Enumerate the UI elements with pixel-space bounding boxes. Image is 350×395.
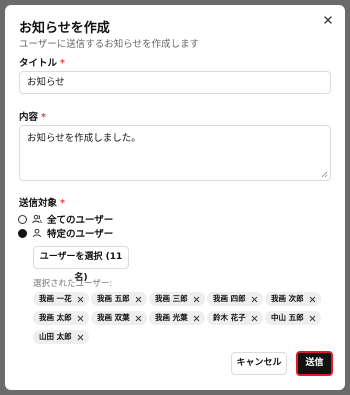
radio-option-specific-users[interactable]: 特定のユーザー [18, 227, 114, 240]
user-chip-label: 我画 次郎 [271, 294, 304, 303]
dialog-title: お知らせを作成 [19, 21, 110, 36]
remove-icon[interactable] [135, 315, 142, 322]
user-chip-label: 中山 五郎 [271, 313, 304, 322]
user-chip-label: 山田 太郎 [39, 332, 72, 341]
remove-icon[interactable] [251, 315, 258, 322]
user-chip: 我画 四郎 [207, 292, 263, 306]
user-chip-label: 我画 四郎 [213, 294, 246, 303]
required-mark: * [41, 112, 46, 123]
cancel-button[interactable]: キャンセル [231, 352, 287, 375]
dialog-subtitle: ユーザーに送信するお知らせを作成します [19, 39, 200, 50]
user-chip-label: 我画 光葉 [155, 313, 188, 322]
remove-icon[interactable] [193, 296, 200, 303]
resize-handle-icon[interactable] [321, 171, 328, 178]
required-mark: * [60, 198, 65, 209]
title-input[interactable]: お知らせ [19, 71, 331, 94]
user-chip: 我画 太郎 [33, 311, 89, 325]
target-field-label: 送信対象 * [19, 198, 65, 209]
user-chip-label: 我画 太郎 [39, 313, 72, 322]
radio-option-all-users[interactable]: 全てのユーザー [18, 213, 114, 226]
user-chip-label: 我画 五郎 [97, 294, 130, 303]
user-chip: 我画 次郎 [265, 292, 321, 306]
required-mark: * [60, 58, 65, 69]
title-field-label: タイトル * [19, 58, 65, 69]
user-chip-label: 鈴木 花子 [213, 313, 246, 322]
user-icon [33, 228, 41, 238]
user-chip: 我画 一花 [33, 292, 89, 306]
user-chip-label: 我画 双葉 [97, 313, 130, 322]
select-users-button[interactable]: ユーザーを選択 (11名) [33, 246, 129, 283]
user-chip: 鈴木 花子 [207, 311, 263, 325]
user-chip: 我画 五郎 [91, 292, 147, 306]
remove-icon[interactable] [193, 315, 200, 322]
remove-icon[interactable] [77, 315, 84, 322]
content-textarea[interactable]: お知らせを作成しました。 [19, 125, 331, 181]
remove-icon[interactable] [77, 296, 84, 303]
user-chip: 我画 双葉 [91, 311, 147, 325]
radio-label-specific-users: 特定のユーザー [47, 229, 114, 240]
selected-users-label: 選択されたユーザー: [33, 279, 113, 289]
remove-icon[interactable] [135, 296, 142, 303]
user-chip: 中山 五郎 [265, 311, 321, 325]
content-field-label: 内容 * [19, 112, 46, 123]
radio-label-all-users: 全てのユーザー [47, 215, 114, 226]
user-chip-label: 我画 三郎 [155, 294, 188, 303]
radio-all-users[interactable] [18, 214, 27, 224]
remove-icon[interactable] [309, 296, 316, 303]
user-chip: 山田 太郎 [33, 330, 89, 344]
create-notice-dialog: お知らせを作成 ユーザーに送信するお知らせを作成します タイトル * お知らせ 内… [5, 5, 345, 390]
remove-icon[interactable] [251, 296, 258, 303]
user-chip: 我画 光葉 [149, 311, 205, 325]
close-icon[interactable] [321, 13, 335, 27]
radio-specific-users[interactable] [18, 228, 27, 238]
content-text: お知らせを作成しました。 [27, 133, 141, 144]
user-chip-label: 我画 一花 [39, 294, 72, 303]
remove-icon[interactable] [77, 334, 84, 341]
send-button[interactable]: 送信 [296, 351, 333, 376]
remove-icon[interactable] [309, 315, 316, 322]
users-icon [32, 214, 42, 224]
user-chip: 我画 三郎 [149, 292, 205, 306]
